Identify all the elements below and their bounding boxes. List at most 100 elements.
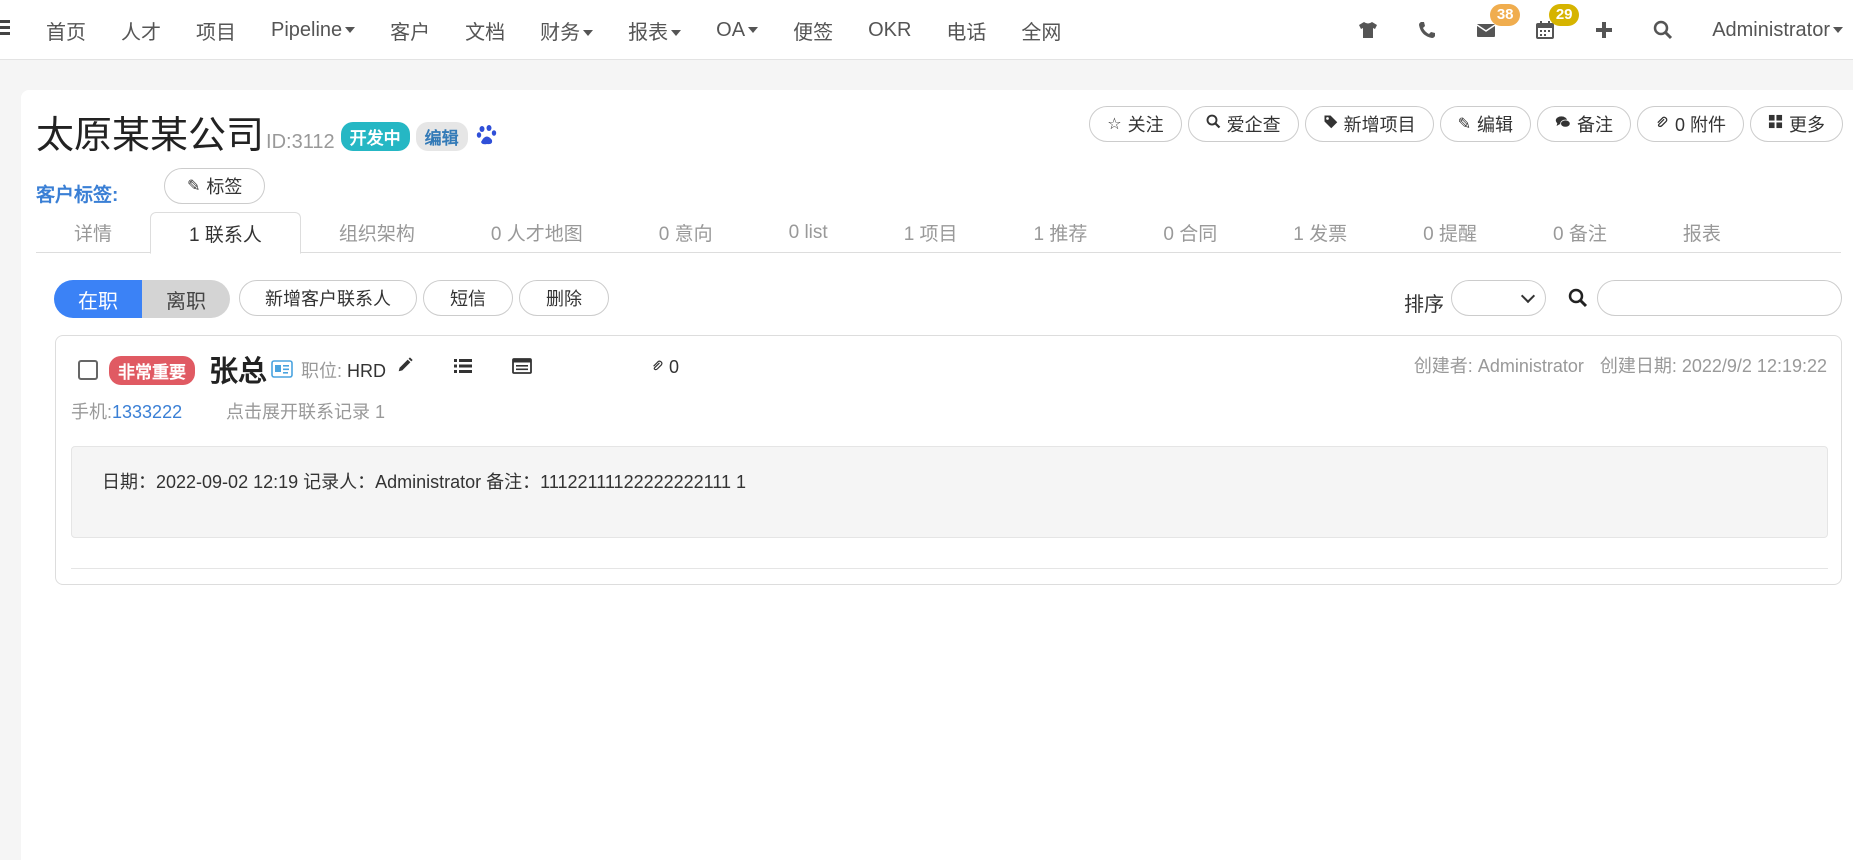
contact-record: 日期：2022-09-02 12:19 记录人：Administrator 备注…: [71, 446, 1828, 538]
nav-item-okr[interactable]: OKR: [868, 19, 911, 42]
delete-button[interactable]: 删除: [519, 280, 609, 316]
calendar-icon[interactable]: 29: [1515, 0, 1580, 60]
tab-projects[interactable]: 1 项目: [866, 212, 996, 253]
user-name: Administrator: [1712, 18, 1830, 41]
nav-item-docs[interactable]: 文档: [465, 16, 505, 45]
add-project-label: 新增项目: [1343, 115, 1416, 135]
status-badge: 开发中: [340, 122, 410, 151]
tab-talent-map[interactable]: 0 人才地图: [453, 212, 621, 253]
nav-item-talent[interactable]: 人才: [121, 16, 161, 45]
aiqicha-button[interactable]: 爱企查: [1187, 106, 1299, 142]
customer-card: 太原某某公司 ID:3112 开发中 编辑 ☆ 关注 爱企查 新增项目 ✎ 编辑 备…: [21, 90, 1853, 860]
tab-org-structure[interactable]: 组织架构: [301, 212, 453, 253]
contact-attachments[interactable]: 0: [651, 357, 679, 378]
nav-item-oa-label: OA: [716, 18, 746, 41]
tab-reminders[interactable]: 0 提醒: [1385, 212, 1515, 253]
pencil-icon: ✎: [187, 178, 201, 195]
phone: 手机:1333222: [71, 398, 182, 424]
sms-button[interactable]: 短信: [423, 280, 513, 316]
nav-item-reports-label: 报表: [628, 21, 669, 44]
contact-checkbox[interactable]: [78, 360, 98, 380]
tab-list[interactable]: 0 list: [751, 212, 866, 253]
nav-item-pipeline[interactable]: Pipeline: [271, 19, 356, 42]
remark-button[interactable]: 备注: [1536, 106, 1631, 142]
contact-card: 非常重要 张总 职位: HRD 0 创建者: Administrator 创建日期…: [55, 335, 1842, 585]
nav-item-project[interactable]: 项目: [196, 16, 236, 45]
position-value: HRD: [347, 361, 387, 381]
tab-contracts[interactable]: 0 合同: [1125, 212, 1255, 253]
more-label: 更多: [1789, 115, 1825, 135]
caret-down-icon: [583, 30, 594, 37]
pencil-icon: ✎: [1457, 116, 1471, 133]
search-input[interactable]: [1597, 280, 1842, 316]
employed-button[interactable]: 在职: [54, 280, 142, 318]
phone-icon[interactable]: [1397, 0, 1456, 60]
nav-item-finance[interactable]: 财务: [540, 16, 594, 45]
baidu-paw-icon[interactable]: [476, 124, 498, 146]
chevron-down-icon: [1520, 288, 1536, 304]
caret-down-icon: [345, 27, 356, 34]
grid-icon: [1768, 114, 1783, 134]
resigned-button[interactable]: 离职: [142, 280, 230, 318]
employment-toggle: 在职 离职: [54, 280, 230, 318]
aiqicha-label: 爱企查: [1226, 115, 1281, 135]
tab-invoices[interactable]: 1 发票: [1255, 212, 1385, 253]
search-icon[interactable]: [1633, 0, 1692, 60]
tag-icon: [1323, 114, 1338, 134]
plus-icon[interactable]: [1574, 0, 1633, 60]
page-title: 太原某某公司 ID:3112 开发中 编辑: [36, 104, 498, 159]
importance-badge: 非常重要: [109, 356, 195, 385]
tag-button-label: 标签: [206, 177, 243, 197]
list-icon[interactable]: [453, 356, 475, 378]
shirt-icon[interactable]: [1338, 0, 1397, 60]
nav-item-notes[interactable]: 便签: [793, 16, 833, 45]
sort-select[interactable]: [1451, 280, 1546, 316]
caret-down-icon: [671, 30, 682, 37]
expand-records-link[interactable]: 点击展开联系记录 1: [226, 398, 385, 424]
nav-item-web[interactable]: 全网: [1021, 16, 1061, 45]
follow-button[interactable]: ☆ 关注: [1089, 106, 1182, 142]
more-button[interactable]: 更多: [1750, 106, 1843, 142]
nav-item-reports[interactable]: 报表: [628, 16, 682, 45]
tag-button[interactable]: ✎ 标签: [164, 168, 266, 204]
tab-intent[interactable]: 0 意向: [621, 212, 751, 253]
tab-reports[interactable]: 报表: [1645, 212, 1759, 253]
star-icon: ☆: [1107, 116, 1122, 133]
caret-down-icon: [748, 27, 759, 34]
created-date: 创建日期: 2022/9/2 12:19:22: [1599, 356, 1827, 376]
nav-item-oa[interactable]: OA: [716, 18, 759, 42]
nav-item-phone[interactable]: 电话: [946, 16, 986, 45]
mail-icon[interactable]: 38: [1456, 0, 1521, 60]
nav-item-home[interactable]: 首页: [46, 16, 86, 45]
attachment-count: 0: [669, 357, 680, 377]
card-list-icon[interactable]: [512, 356, 534, 378]
phone-link[interactable]: 1333222: [112, 402, 182, 422]
phone-label: 手机:: [71, 402, 113, 422]
contact-name[interactable]: 张总: [209, 348, 267, 390]
attachments-label: 0 附件: [1674, 115, 1726, 135]
nav-item-customer[interactable]: 客户: [390, 16, 430, 45]
follow-label: 关注: [1127, 115, 1164, 135]
edit-button[interactable]: ✎ 编辑: [1439, 106, 1531, 142]
attachments-button[interactable]: 0 附件: [1636, 106, 1744, 142]
contact-meta: 创建者: Administrator 创建日期: 2022/9/2 12:19:2…: [1414, 352, 1827, 378]
search-icon[interactable]: [1568, 288, 1590, 310]
menu-icon[interactable]: [0, 20, 12, 38]
tab-details[interactable]: 详情: [36, 212, 150, 253]
add-contact-button[interactable]: 新增客户联系人: [239, 280, 417, 316]
edit-label: 编辑: [1476, 115, 1513, 135]
tabs: 详情 1 联系人 组织架构 0 人才地图 0 意向 0 list 1 项目 1 …: [36, 212, 1841, 254]
position-label: 职位:: [301, 361, 343, 381]
add-project-button[interactable]: 新增项目: [1304, 106, 1434, 142]
tab-contacts[interactable]: 1 联系人: [150, 212, 301, 254]
edit-badge[interactable]: 编辑: [415, 122, 468, 151]
user-menu[interactable]: Administrator: [1692, 19, 1853, 42]
pencil-icon[interactable]: [396, 356, 418, 378]
creator: 创建者: Administrator: [1413, 356, 1584, 376]
tab-remarks[interactable]: 0 备注: [1515, 212, 1645, 253]
id-card-icon: [271, 360, 293, 378]
nav-item-finance-label: 财务: [540, 21, 581, 44]
sort-label: 排序: [1404, 294, 1444, 316]
customer-tags-label: 客户标签:: [36, 185, 119, 206]
tab-recommend[interactable]: 1 推荐: [996, 212, 1126, 253]
